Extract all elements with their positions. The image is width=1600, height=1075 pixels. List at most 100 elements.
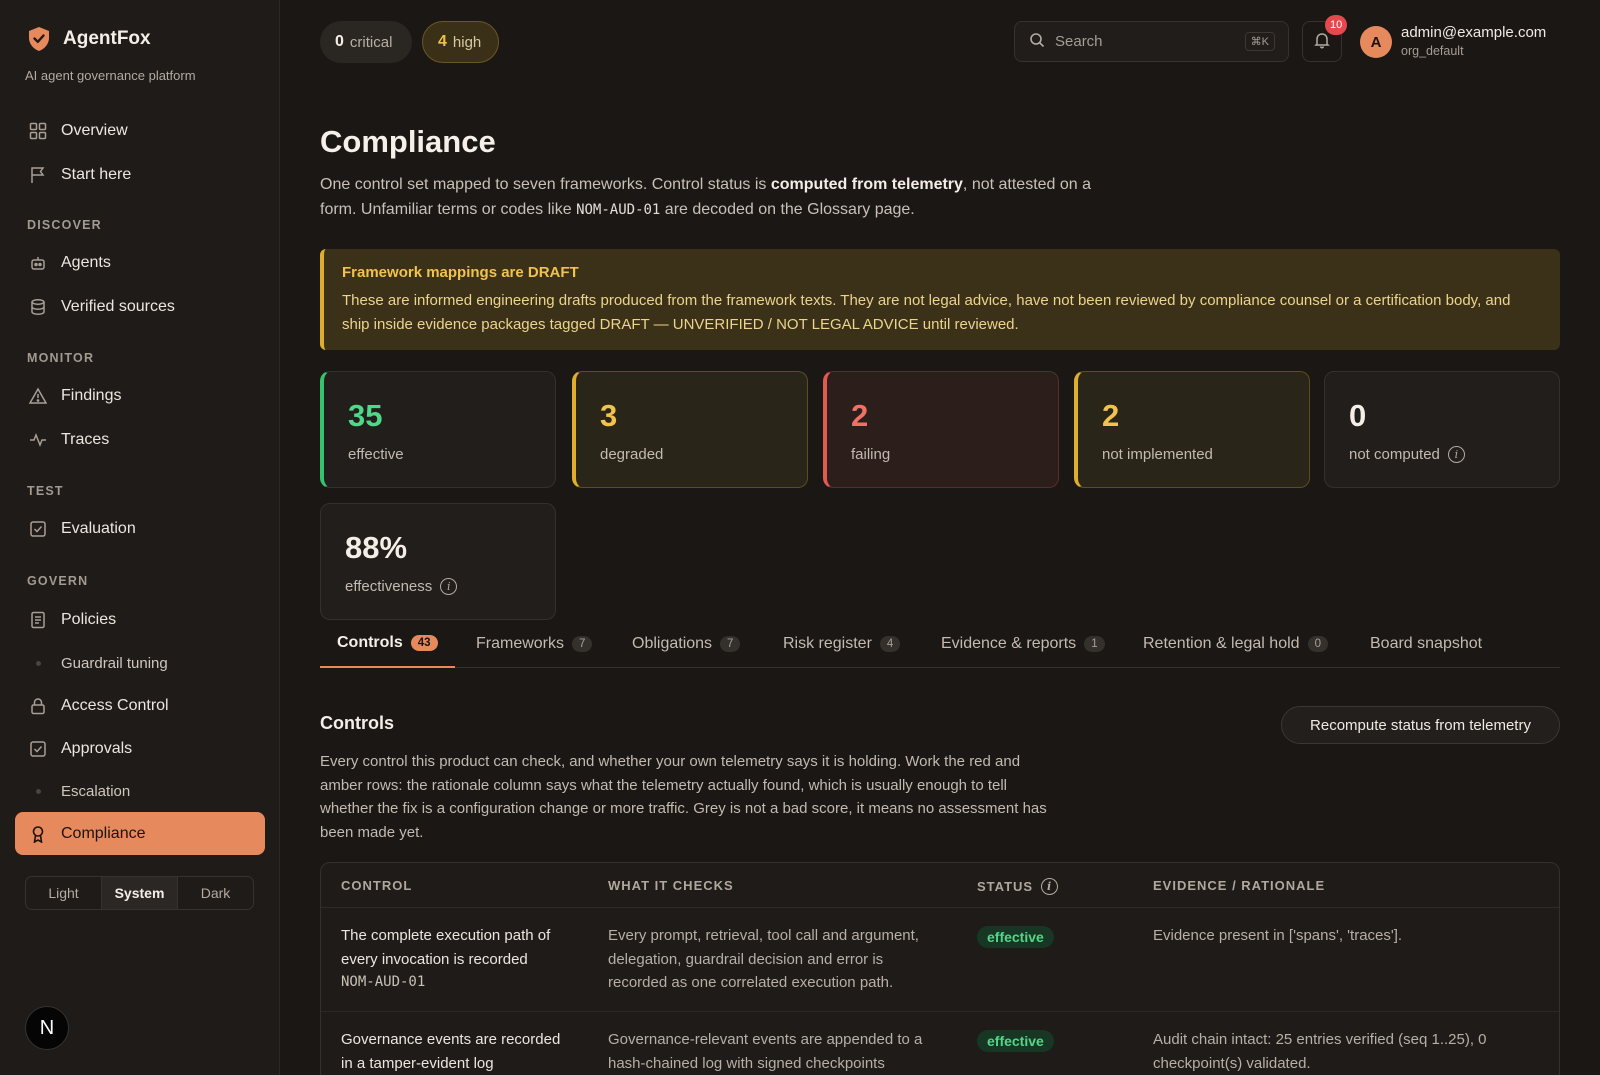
column-header-status-label: STATUS (977, 879, 1034, 894)
stat-card-failing[interactable]: 2 failing (823, 371, 1059, 488)
brand[interactable]: AgentFox (27, 26, 151, 52)
tab-risk-register[interactable]: Risk register 4 (766, 620, 917, 668)
column-header-control: CONTROL (341, 878, 413, 893)
notification-count-badge: 10 (1325, 15, 1348, 35)
controls-table: CONTROL WHAT IT CHECKS STATUS i EVIDENCE … (320, 862, 1560, 1075)
tab-obligations[interactable]: Obligations 7 (615, 620, 757, 668)
tab-board-snapshot[interactable]: Board snapshot (1353, 620, 1499, 668)
theme-option-system[interactable]: System (101, 877, 178, 909)
brand-name: AgentFox (63, 28, 151, 49)
tab-label: Frameworks (476, 635, 565, 652)
sidebar-item-access-control[interactable]: Access Control (15, 686, 265, 726)
stat-card-effective[interactable]: 35 effective (320, 371, 556, 488)
recompute-button[interactable]: Recompute status from telemetry (1281, 706, 1560, 744)
control-name: Governance events are recorded in a tamp… (341, 1031, 561, 1072)
control-code: NOM-AUD-01 (341, 974, 426, 990)
sidebar-item-label: Approvals (61, 740, 133, 757)
what-it-checks-cell: Every prompt, retrieval, tool call and a… (608, 927, 919, 991)
high-label: high (452, 33, 482, 51)
flag-icon (29, 166, 47, 184)
tab-controls[interactable]: Controls 43 (320, 620, 455, 668)
stat-value: 3 (600, 398, 618, 433)
bullet-dot-icon (29, 788, 47, 794)
desc-code: NOM-AUD-01 (576, 202, 661, 218)
sidebar-item-label: Evaluation (61, 520, 136, 537)
bullet-dot-icon (29, 660, 47, 666)
sidebar-item-approvals[interactable]: Approvals (15, 729, 265, 769)
theme-option-dark[interactable]: Dark (178, 877, 253, 909)
tab-frameworks[interactable]: Frameworks 7 (459, 620, 609, 668)
stat-label: not implemented (1102, 446, 1285, 463)
sidebar-item-evaluation[interactable]: Evaluation (15, 509, 265, 549)
stat-card-effectiveness[interactable]: 88% effectiveness i (320, 503, 556, 620)
user-email[interactable]: admin@example.com (1401, 24, 1546, 41)
tab-retention-legal-hold[interactable]: Retention & legal hold 0 (1126, 620, 1345, 668)
avatar[interactable]: A (1360, 26, 1392, 58)
robot-icon (29, 254, 47, 272)
sidebar-item-traces[interactable]: Traces (15, 420, 265, 460)
sidebar-item-compliance[interactable]: Compliance (15, 812, 265, 855)
what-it-checks-cell: Governance-relevant events are appended … (608, 1031, 923, 1072)
info-icon[interactable]: i (1447, 446, 1465, 463)
column-header-evidence: EVIDENCE / RATIONALE (1153, 878, 1326, 893)
critical-count: 0 (335, 33, 344, 50)
tab-label: Controls (337, 634, 403, 651)
control-cell: The complete execution path of every inv… (341, 924, 576, 995)
controls-section-title: Controls (320, 713, 394, 733)
sidebar-item-findings[interactable]: Findings (15, 376, 265, 416)
info-icon[interactable]: i (1041, 878, 1059, 895)
database-icon (29, 298, 47, 316)
sidebar-item-start-here[interactable]: Start here (15, 155, 265, 195)
theme-toggle: Light System Dark (25, 876, 254, 910)
draft-notice: Framework mappings are DRAFT These are i… (320, 249, 1560, 350)
sidebar-item-overview[interactable]: Overview (15, 111, 265, 151)
user-org: org_default (1401, 44, 1464, 58)
tab-count: 1 (1084, 636, 1105, 652)
theme-option-light[interactable]: Light (26, 877, 101, 909)
sidebar-item-label: Overview (61, 122, 128, 139)
document-icon (29, 611, 47, 629)
control-cell: Governance events are recorded in a tamp… (341, 1028, 576, 1075)
brand-tagline: AI agent governance platform (25, 68, 196, 83)
check-square-icon (29, 740, 47, 758)
draft-notice-body: These are informed engineering drafts pr… (342, 292, 1511, 333)
sidebar-item-agents[interactable]: Agents (15, 243, 265, 283)
info-icon[interactable]: i (440, 578, 458, 595)
check-square-icon (29, 520, 47, 538)
high-count: 4 (438, 33, 447, 50)
sidebar-item-label: Findings (61, 387, 122, 404)
sidebar-item-label: Verified sources (61, 298, 175, 315)
critical-label: critical (349, 33, 393, 51)
bell-icon (1313, 31, 1331, 53)
stat-card-not-implemented[interactable]: 2 not implemented (1074, 371, 1310, 488)
column-header-status: STATUS i (977, 878, 1059, 895)
sidebar-item-policies[interactable]: Policies (15, 600, 265, 640)
tab-evidence-reports[interactable]: Evidence & reports 1 (924, 620, 1122, 668)
high-count-pill[interactable]: 4 high (422, 21, 499, 63)
sidebar-item-label: Start here (61, 166, 132, 183)
sidebar-item-escalation[interactable]: Escalation (15, 771, 265, 811)
table-row[interactable]: Governance events are recorded in a tamp… (321, 1012, 1559, 1075)
desc-text: are decoded on the Glossary page. (660, 201, 915, 218)
stat-value: 0 (1349, 398, 1367, 433)
evidence-cell: Audit chain intact: 25 entries verified … (1153, 1031, 1487, 1072)
tab-count: 7 (720, 636, 741, 652)
sidebar-item-guardrail-tuning[interactable]: Guardrail tuning (15, 643, 265, 683)
stat-card-degraded[interactable]: 3 degraded (572, 371, 808, 488)
page-title: Compliance (320, 124, 496, 159)
controls-description: Every control this product can check, an… (320, 753, 1047, 841)
stat-card-not-computed[interactable]: 0 not computed i (1324, 371, 1560, 488)
column-header-what-it-checks: WHAT IT CHECKS (608, 878, 734, 893)
sidebar-item-verified-sources[interactable]: Verified sources (15, 287, 265, 327)
sidebar-item-label: Compliance (61, 824, 146, 842)
sidebar-item-label: Agents (61, 254, 111, 271)
sidebar: AgentFox AI agent governance platform Ov… (0, 0, 280, 1075)
award-icon (29, 825, 47, 843)
search-input[interactable]: Search ⌘K (1014, 21, 1289, 62)
table-row[interactable]: The complete execution path of every inv… (321, 908, 1559, 1012)
nav-section-govern: GOVERN (27, 574, 89, 588)
nav-section-discover: DISCOVER (27, 218, 102, 232)
dev-tools-badge[interactable]: N (25, 1006, 69, 1050)
sidebar-item-label: Traces (61, 431, 110, 448)
critical-count-pill[interactable]: 0 critical (320, 21, 412, 63)
